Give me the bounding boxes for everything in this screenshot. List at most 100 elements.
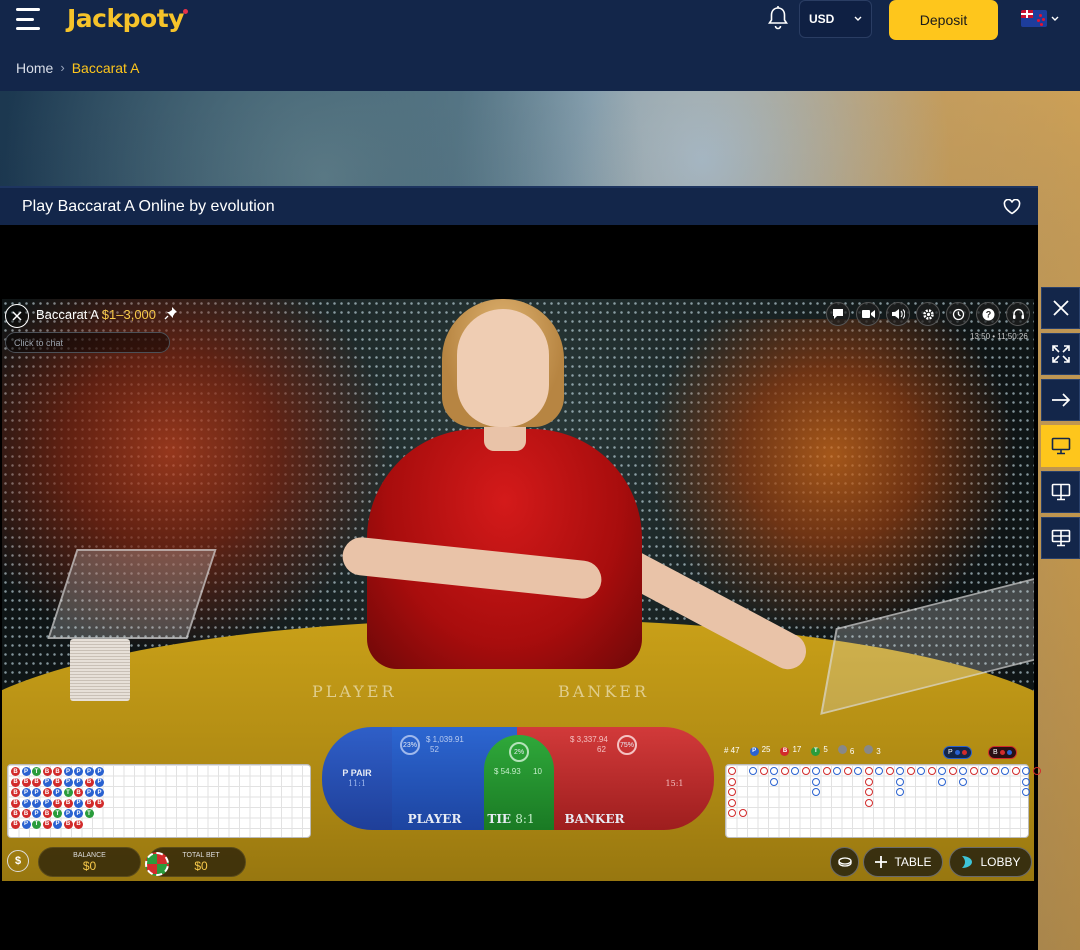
big-road-result	[864, 767, 873, 775]
add-table-button[interactable]: TABLE	[863, 847, 943, 877]
bead-road-result: P	[32, 798, 41, 808]
support-button[interactable]	[1006, 302, 1030, 326]
chip-stack-icon[interactable]	[145, 852, 169, 876]
pin-icon[interactable]	[164, 306, 178, 320]
lobby-icon	[962, 856, 973, 868]
banker-ask-label: B	[993, 749, 998, 756]
bead-road-result: B	[11, 798, 20, 808]
tie-bet-spot[interactable]: 2% $ 54.93 10 TIE 8:1	[484, 735, 554, 830]
sound-toggle-button[interactable]	[886, 302, 910, 326]
bead-road-result: B	[32, 777, 41, 787]
chat-toggle-button[interactable]	[826, 302, 850, 326]
big-road-result	[728, 788, 736, 796]
video-controls: ?	[826, 302, 1030, 326]
big-road[interactable]	[725, 764, 1041, 838]
big-road-result	[833, 767, 841, 775]
help-button[interactable]: ?	[976, 302, 1000, 326]
big-road-result	[896, 788, 904, 796]
bead-road-result: P	[74, 798, 83, 808]
notification-bell-icon[interactable]	[766, 5, 790, 31]
big-road-result	[959, 767, 967, 775]
open-new-window-button[interactable]	[1041, 379, 1080, 421]
big-road-result	[864, 777, 873, 786]
settings-button[interactable]	[916, 302, 940, 326]
deposit-coin-button[interactable]: $	[7, 850, 29, 872]
bead-road-result: P	[95, 777, 104, 787]
currency-select[interactable]: USD	[799, 0, 872, 38]
banker-pair-stat: 3	[864, 745, 881, 756]
bead-road-result: B	[42, 788, 52, 797]
big-road-result	[812, 777, 820, 786]
bead-road-result: B	[63, 819, 73, 829]
chip-icon	[837, 857, 852, 867]
monitor-split-icon	[1051, 483, 1070, 501]
chips-toggle-button[interactable]	[830, 847, 859, 877]
bead-road-result: B	[21, 777, 31, 787]
bead-road-result: T	[53, 809, 62, 818]
player-ask-button[interactable]: P	[943, 746, 972, 759]
menu-icon[interactable]	[16, 8, 40, 30]
player-pair-label: P PAIR	[342, 768, 372, 778]
bead-road-result: P	[74, 777, 83, 787]
bead-road-result: T	[32, 819, 41, 829]
view-mode-desktop-button[interactable]	[1041, 425, 1080, 467]
close-frame-button[interactable]	[1041, 287, 1080, 329]
currency-value: USD	[809, 12, 835, 26]
bead-road-result: P	[63, 809, 73, 818]
bead-road[interactable]: BBBBBBPBPPBPTBPPPTBPBPBBBBPBTPPPTBPBPPBP…	[7, 764, 311, 838]
history-button[interactable]	[946, 302, 970, 326]
chat-input[interactable]	[5, 332, 170, 353]
bead-road-result: P	[21, 798, 31, 808]
big-road-result	[1022, 788, 1030, 796]
dollar-icon: $	[14, 855, 22, 867]
breadcrumb-separator-icon: ›	[60, 60, 65, 75]
bead-road-result: P	[63, 767, 73, 776]
table-limits[interactable]: $1–3,000	[102, 307, 156, 322]
big-road-result	[885, 767, 894, 775]
breadcrumb-current: Baccarat A	[71, 59, 140, 76]
card-shoe-left	[47, 549, 217, 639]
fullscreen-button[interactable]	[1041, 333, 1080, 375]
balance-display: BALANCE $0	[38, 847, 141, 877]
player-pair-bet-spot[interactable]: P PAIR 11:1	[322, 727, 392, 830]
close-game-button[interactable]	[5, 304, 29, 328]
tie-bet-percentage: 2%	[509, 742, 529, 762]
big-road-result	[1022, 767, 1030, 775]
headset-icon	[1012, 308, 1024, 319]
view-mode-split-button[interactable]	[1041, 471, 1080, 513]
banker-ask-button[interactable]: B	[988, 746, 1017, 759]
view-mode-grid-button[interactable]	[1041, 517, 1080, 559]
big-road-result	[770, 777, 778, 786]
betting-spots: P PAIR 11:1 23% $ 1,039.91 52 PLAYER $ 3…	[322, 727, 714, 830]
deposit-button[interactable]: Deposit	[889, 0, 998, 40]
close-icon	[12, 311, 22, 321]
player-pair-odds: 11:1	[348, 779, 366, 788]
big-road-result	[875, 767, 883, 775]
balance-label: BALANCE	[73, 852, 106, 859]
bead-road-result: B	[42, 809, 52, 818]
bead-road-result: B	[42, 819, 52, 829]
bead-road-result: B	[11, 777, 20, 787]
bead-road-result: B	[11, 788, 20, 797]
bead-road-result: P	[74, 767, 83, 776]
frame-toolbar	[1041, 287, 1080, 563]
language-select[interactable]	[1021, 10, 1059, 27]
bead-road-result: P	[21, 767, 31, 776]
bead-road-result: B	[63, 798, 73, 808]
bead-road-result: B	[84, 798, 94, 808]
game-title-bar: Play Baccarat A Online by evolution	[0, 188, 1038, 225]
video-toggle-button[interactable]	[856, 302, 880, 326]
big-road-result	[728, 798, 736, 807]
banker-pair-bet-spot[interactable]: 15:1	[647, 727, 714, 830]
breadcrumb-home[interactable]: Home	[16, 60, 53, 76]
bead-road-result: P	[21, 819, 31, 829]
site-logo[interactable]: Jackpoty	[67, 4, 184, 33]
favorite-heart-icon[interactable]	[1003, 199, 1021, 215]
big-road-result	[728, 767, 736, 775]
lobby-button[interactable]: LOBBY	[949, 847, 1032, 877]
bead-road-result: P	[63, 777, 73, 787]
table-info: Baccarat A $1–3,000	[36, 307, 156, 322]
big-road-result	[959, 777, 967, 786]
rounds-count: # 47	[724, 746, 740, 755]
bead-road-result: P	[74, 809, 83, 818]
